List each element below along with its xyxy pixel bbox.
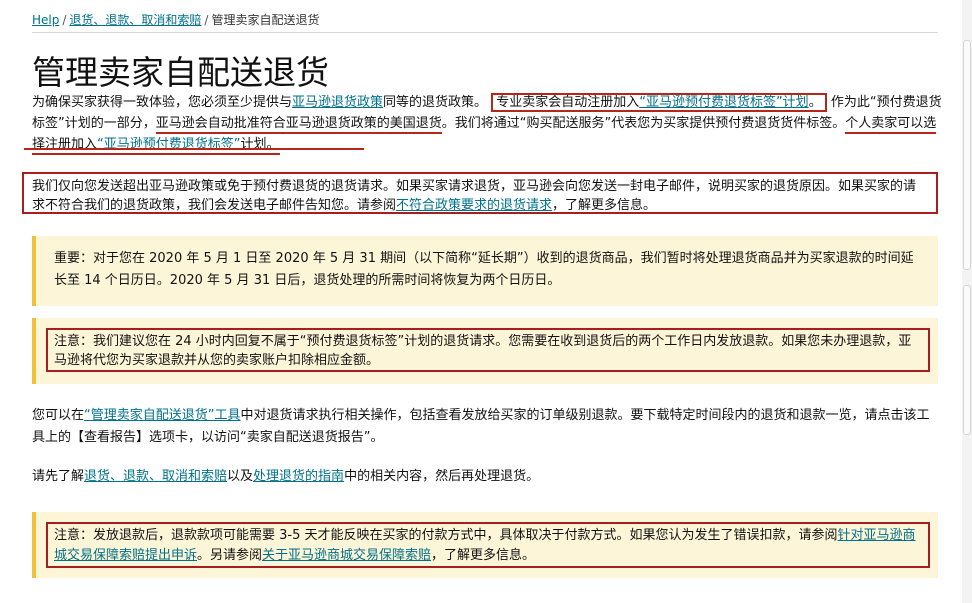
breadcrumb-help-link[interactable]: Help (32, 13, 59, 27)
para-text: 中的相关内容，然后再处理退货。 (344, 469, 540, 484)
annotation-box-refund-note: 注意：发放退款后，退款款项可能需要 3-5 天才能反映在买家的付款方式中，具体取… (46, 522, 930, 568)
prepaid-label-program-link[interactable]: “亚马逊预付费退货标签”计划 (639, 95, 808, 110)
breadcrumb-current: 管理卖家自配送退货 (211, 13, 320, 27)
breadcrumb-separator: / (62, 13, 67, 27)
intro-text: 为确保买家获得一致体验，您必须至少提供与 (32, 95, 293, 110)
scrollbar-thumb-secondary[interactable] (963, 285, 971, 435)
annotation-underline-auto-approve: 亚马逊会自动批准符合亚马逊退货政策的美国退货 (155, 116, 442, 134)
para-text: 请先了解 (32, 469, 85, 484)
para-text: 您可以在 (32, 408, 85, 423)
para-text: 以及 (227, 469, 254, 484)
note-alert-text: 注意：我们建议您在 24 小时内回复不属于“预付费退货标签”计划的退货请求。您需… (54, 334, 912, 368)
returns-guide-link[interactable]: 处理退货的指南 (253, 469, 344, 484)
note-alert-response-time: 注意：我们建议您在 24 小时内回复不属于“预付费退货标签”计划的退货请求。您需… (32, 318, 938, 384)
important-alert: 重要：对于您在 2020 年 5 月 1 日至 2020 年 5 月 31 期间… (32, 236, 938, 306)
annotation-box-auto-enroll: 专业卖家会自动注册加入“亚马逊预付费退货标签”计划。 (491, 93, 827, 112)
intro-text: 。我们将通过“购买配送服务”代表您为买家提供预付费退货货件标签。 (441, 116, 846, 131)
refund-note-part: 注意：发放退款后，退款款项可能需要 3-5 天才能反映在买家的付款方式中，具体取… (54, 528, 838, 543)
scrollbar-thumb[interactable] (963, 40, 971, 270)
header-divider (32, 32, 938, 33)
return-policy-link[interactable]: 亚马逊退货政策 (292, 95, 383, 110)
atoz-claims-about-link[interactable]: 关于亚马逊商城交易保障索赔 (262, 548, 431, 563)
page-scrollbar[interactable] (962, 0, 972, 603)
annotation-underline (24, 148, 364, 150)
breadcrumb: Help / 退货、退款、取消和索赔 / 管理卖家自配送退货 (32, 11, 319, 28)
return-requests-paragraph: 我们仅向您发送超出亚马逊政策或免于预付费退货的退货请求。如果买家请求退货，亚马逊… (32, 177, 928, 215)
learn-first-paragraph: 请先了解退货、退款、取消和索赔以及处理退货的指南中的相关内容，然后再处理退货。 (32, 466, 942, 488)
manage-returns-tool-link[interactable]: “管理卖家自配送退货”工具 (84, 408, 240, 423)
annotation-box-note: 注意：我们建议您在 24 小时内回复不属于“预付费退货标签”计划的退货请求。您需… (46, 328, 930, 372)
annotation-box-return-requests: 我们仅向您发送超出亚马逊政策或免于预付费退货的退货请求。如果买家请求退货，亚马逊… (22, 172, 938, 214)
note-alert-refund-timing: 注意：发放退款后，退款款项可能需要 3-5 天才能反映在买家的付款方式中，具体取… (32, 512, 938, 578)
non-compliant-requests-link[interactable]: 不符合政策要求的退货请求 (396, 198, 552, 213)
returns-refunds-claims-link[interactable]: 退货、退款、取消和索赔 (84, 469, 227, 484)
breadcrumb-returns-link[interactable]: 退货、退款、取消和索赔 (69, 13, 201, 27)
intro-text: 专业卖家会自动注册加入 (496, 95, 640, 110)
page-title: 管理卖家自配送退货 (32, 53, 329, 92)
important-alert-text: 重要：对于您在 2020 年 5 月 1 日至 2020 年 5 月 31 期间… (54, 251, 914, 288)
request-text: ，了解更多信息。 (552, 198, 657, 213)
intro-paragraph: 为确保买家获得一致体验，您必须至少提供与亚马逊退货政策同等的退货政策。 专业卖家… (32, 92, 942, 155)
intro-text: 。 (808, 95, 822, 110)
breadcrumb-separator: / (204, 13, 209, 27)
refund-note-part: ，了解更多信息。 (431, 548, 536, 563)
refund-note-text: 注意：发放退款后，退款款项可能需要 3-5 天才能反映在买家的付款方式中，具体取… (54, 526, 922, 566)
intro-text: 同等的退货政策。 (383, 95, 488, 110)
refund-note-part: 。另请参阅 (197, 548, 263, 563)
manage-returns-tool-paragraph: 您可以在“管理卖家自配送退货”工具中对退货请求执行相关操作，包括查看发放给买家的… (32, 405, 942, 449)
